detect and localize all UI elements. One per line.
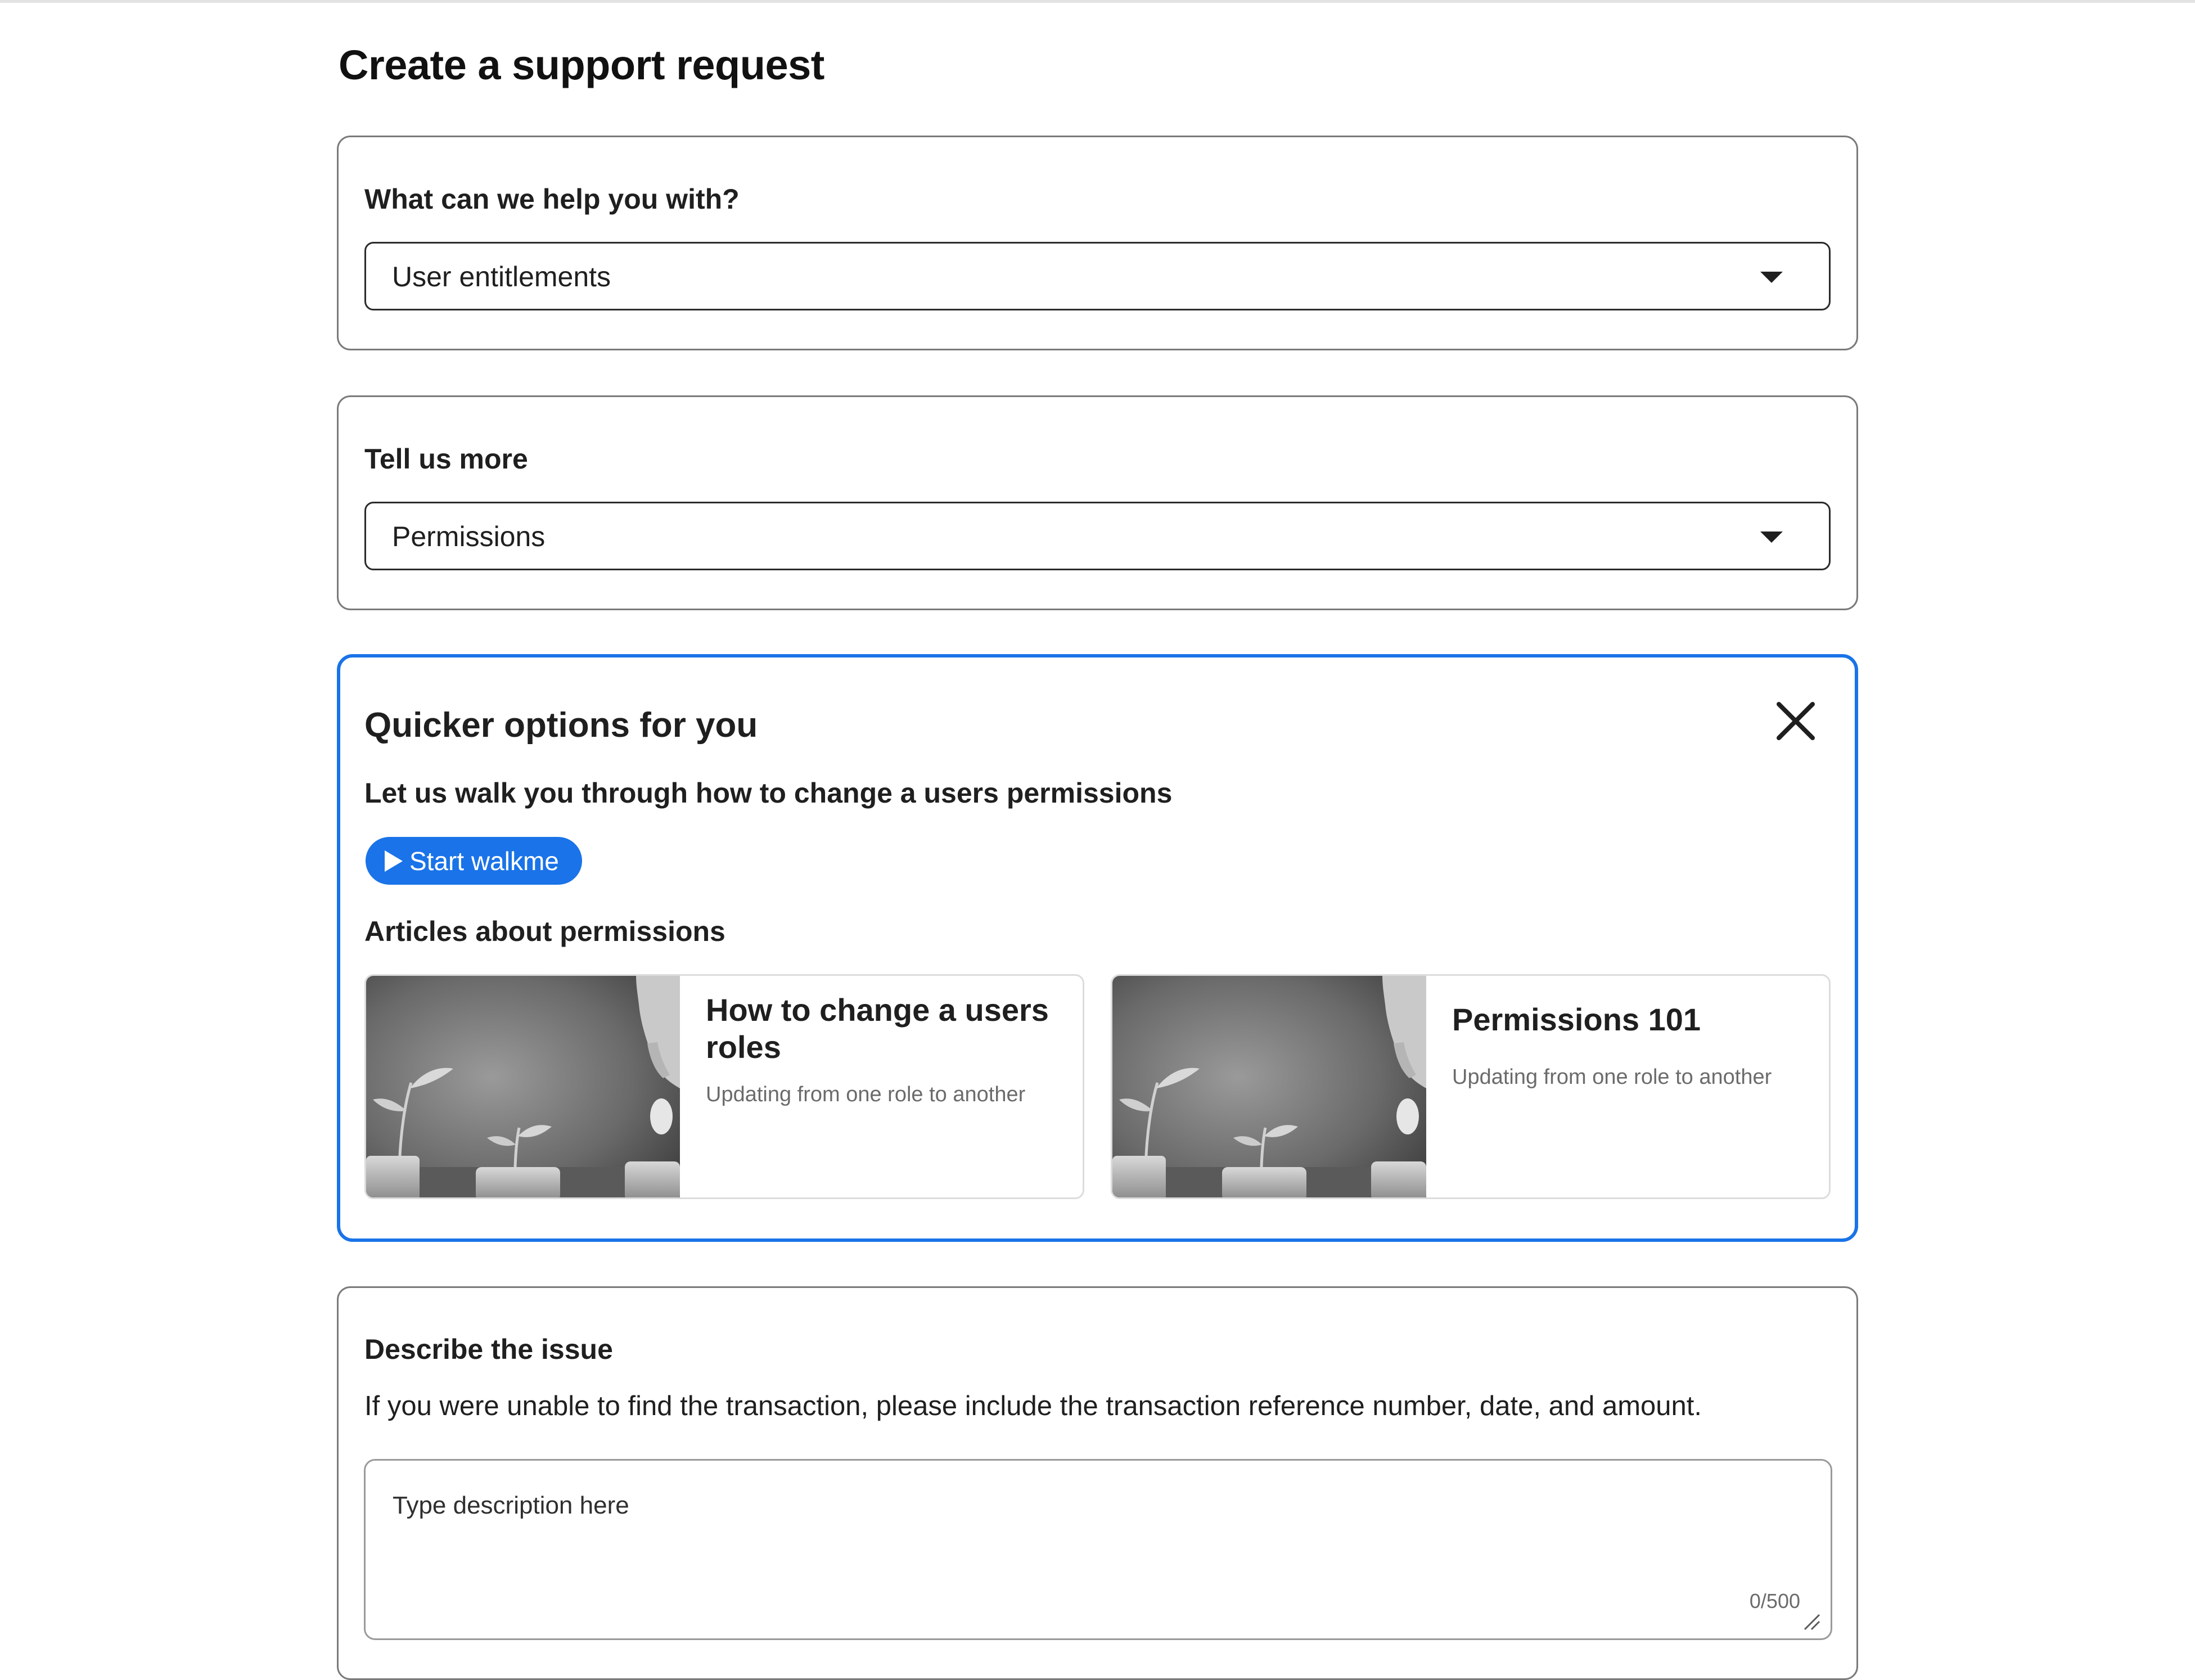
describe-issue-label: Describe the issue xyxy=(364,1334,613,1365)
play-icon xyxy=(385,850,403,872)
description-textarea[interactable]: Type description here 0/500 xyxy=(364,1459,1832,1640)
details-selected-value: Permissions xyxy=(392,521,546,552)
top-divider xyxy=(0,0,2195,3)
article-description: Updating from one role to another xyxy=(706,1083,1026,1106)
start-walkme-button[interactable]: Start walkme xyxy=(366,837,582,885)
quicker-options-title: Quicker options for you xyxy=(364,706,758,745)
start-walkme-label: Start walkme xyxy=(409,846,559,876)
close-icon xyxy=(1777,702,1815,740)
details-select[interactable]: Permissions xyxy=(364,502,1831,570)
article-thumbnail-image xyxy=(1112,976,1426,1197)
article-thumbnail-image xyxy=(366,976,680,1197)
help-topic-card: What can we help you with? User entitlem… xyxy=(337,136,1858,350)
details-card: Tell us more Permissions xyxy=(337,395,1858,610)
resize-handle-icon[interactable] xyxy=(1802,1613,1822,1632)
article-title: How to change a users roles xyxy=(706,992,1049,1065)
page-title: Create a support request xyxy=(339,42,824,88)
quicker-options-card: Quicker options for you Let us walk you … xyxy=(337,654,1858,1242)
close-button[interactable] xyxy=(1773,699,1818,744)
quicker-options-subtitle: Let us walk you through how to change a … xyxy=(364,777,1173,809)
description-placeholder: Type description here xyxy=(393,1492,629,1519)
describe-issue-help-text: If you were unable to find the transacti… xyxy=(364,1391,1702,1421)
article-title: Permissions 101 xyxy=(1452,1002,1701,1037)
help-topic-label: What can we help you with? xyxy=(364,183,740,215)
help-topic-selected-value: User entitlements xyxy=(392,261,611,292)
details-label: Tell us more xyxy=(364,443,528,475)
caret-down-icon xyxy=(1760,272,1783,283)
caret-down-icon xyxy=(1760,532,1783,543)
describe-issue-card: Describe the issue If you were unable to… xyxy=(337,1286,1858,1680)
character-counter: 0/500 xyxy=(1749,1589,1800,1613)
article-card[interactable]: Permissions 101 Updating from one role t… xyxy=(1111,974,1831,1199)
help-topic-select[interactable]: User entitlements xyxy=(364,242,1831,310)
article-description: Updating from one role to another xyxy=(1452,1065,1772,1089)
articles-heading: Articles about permissions xyxy=(364,916,725,947)
article-card[interactable]: How to change a users roles Updating fro… xyxy=(364,974,1084,1199)
